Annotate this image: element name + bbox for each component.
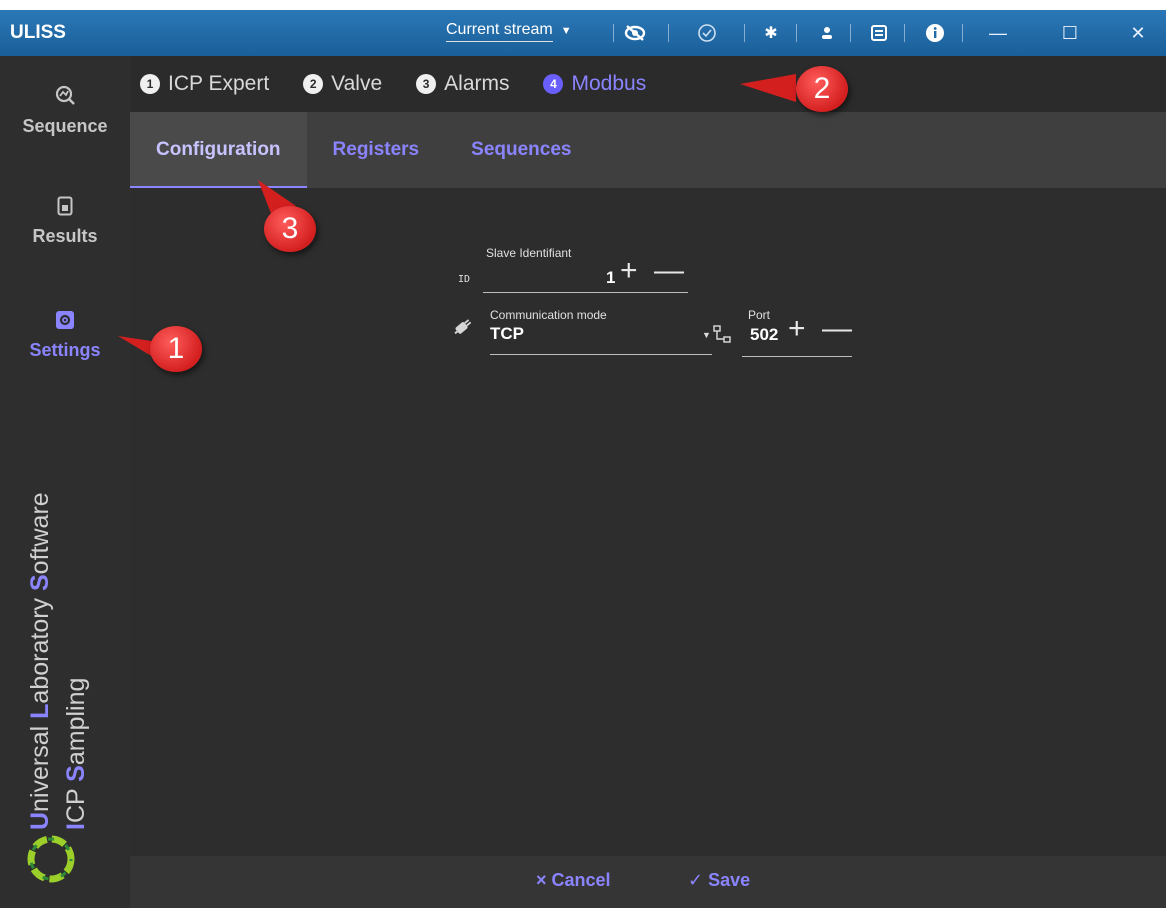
- sidebar-item-label: Sequence: [22, 116, 108, 136]
- configuration-panel: ID Slave Identifiant 1 + — Communication…: [130, 188, 1166, 856]
- eye-off-icon[interactable]: [622, 20, 648, 46]
- slave-id-decrement-button[interactable]: —: [654, 256, 684, 286]
- sidebar-item-label: Results: [32, 226, 98, 246]
- step-number-badge: 4: [543, 74, 564, 94]
- settings-icon: [0, 310, 130, 336]
- comm-mode-select[interactable]: TCP: [490, 324, 524, 344]
- slave-id-underline: [483, 292, 688, 293]
- stream-select-label: Current stream: [446, 21, 553, 42]
- app-title: ULISS: [10, 22, 66, 43]
- tagline-line-2: ICP Sampling: [62, 677, 90, 830]
- network-icon: [712, 324, 732, 351]
- chevron-down-icon[interactable]: ▼: [702, 330, 711, 340]
- divider: [613, 24, 614, 42]
- comm-mode-label: Communication mode: [490, 308, 607, 322]
- user-icon[interactable]: [814, 20, 840, 46]
- slave-id-field[interactable]: 1: [606, 268, 615, 288]
- gear-icon[interactable]: ✱: [758, 20, 784, 46]
- cancel-button[interactable]: × Cancel: [536, 870, 611, 891]
- title-bar: ULISS Current stream ▼ ✱ — ☐ ✕: [0, 10, 1166, 56]
- callout-badge: 3: [264, 206, 316, 252]
- action-bar: × Cancel ✓ Save: [130, 856, 1166, 908]
- tab-valve[interactable]: 2 Valve: [303, 72, 382, 96]
- callout-badge: 1: [150, 326, 202, 372]
- divider: [668, 24, 669, 42]
- app-tagline: Universal Laboratory Software ICP Sampli…: [18, 440, 118, 840]
- slave-id-label: Slave Identifiant: [486, 246, 572, 260]
- divider: [796, 24, 797, 42]
- port-label: Port: [748, 308, 771, 322]
- close-button[interactable]: ✕: [1116, 16, 1160, 50]
- stream-select[interactable]: Current stream ▼: [446, 18, 606, 44]
- tab-label: Modbus: [571, 72, 647, 95]
- tab-registers[interactable]: Registers: [307, 112, 446, 188]
- port-underline: [742, 356, 852, 357]
- sidebar-item-label: Settings: [29, 340, 101, 360]
- tab-sequences[interactable]: Sequences: [445, 112, 597, 188]
- maximize-button[interactable]: ☐: [1048, 16, 1092, 50]
- port-increment-button[interactable]: +: [788, 314, 806, 344]
- slave-id-increment-button[interactable]: +: [620, 256, 638, 286]
- info-icon[interactable]: [922, 20, 948, 46]
- tab-label: ICP Expert: [168, 72, 270, 95]
- callout-badge: 2: [796, 66, 848, 112]
- divider: [850, 24, 851, 42]
- document-icon[interactable]: [866, 20, 892, 46]
- slave-id-prefix: ID: [458, 274, 471, 285]
- tab-alarms[interactable]: 3 Alarms: [416, 72, 509, 96]
- step-tabs: 1 ICP Expert 2 Valve 3 Alarms 4 Modbus: [130, 56, 1166, 112]
- plug-icon: [452, 312, 478, 343]
- tagline-line-1: Universal Laboratory Software: [26, 492, 54, 830]
- check-circle-icon[interactable]: [694, 20, 720, 46]
- sidebar-item-results[interactable]: Results: [0, 196, 130, 247]
- sidebar: Sequence Results Settings Universal Labo…: [0, 56, 131, 908]
- tab-label: Valve: [331, 72, 383, 95]
- tab-label: Alarms: [444, 72, 510, 95]
- results-icon: [0, 196, 130, 222]
- tab-icp-expert[interactable]: 1 ICP Expert: [140, 72, 269, 96]
- app-window: ULISS Current stream ▼ ✱ — ☐ ✕ Sequence …: [0, 10, 1166, 908]
- divider: [744, 24, 745, 42]
- step-number-badge: 2: [303, 74, 324, 94]
- minimize-button[interactable]: —: [976, 16, 1020, 50]
- port-decrement-button[interactable]: —: [822, 314, 852, 344]
- sidebar-item-settings[interactable]: Settings: [0, 310, 130, 361]
- divider: [962, 24, 963, 42]
- tab-modbus[interactable]: 4 Modbus: [543, 72, 646, 96]
- comm-mode-underline: [490, 354, 712, 355]
- step-number-badge: 3: [416, 74, 437, 94]
- step-number-badge: 1: [140, 74, 160, 94]
- sidebar-item-sequence[interactable]: Sequence: [0, 84, 130, 137]
- app-logo-icon: [27, 835, 75, 883]
- chevron-down-icon: ▼: [560, 25, 572, 37]
- divider: [904, 24, 905, 42]
- save-button[interactable]: ✓ Save: [688, 870, 750, 891]
- port-field[interactable]: 502: [750, 325, 778, 345]
- sequence-icon: [0, 84, 130, 112]
